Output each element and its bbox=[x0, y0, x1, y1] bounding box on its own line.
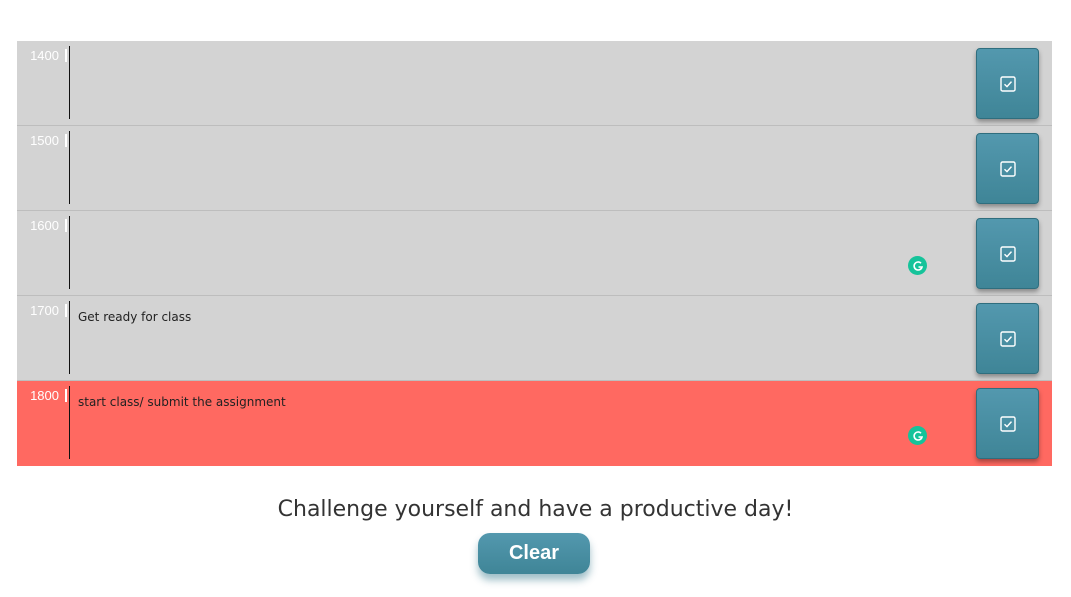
time-block-row-current: 1800 start class/ submit the assignment bbox=[17, 381, 1052, 466]
save-button[interactable] bbox=[976, 48, 1039, 119]
save-button[interactable] bbox=[976, 218, 1039, 289]
hour-divider bbox=[69, 46, 70, 119]
hour-divider bbox=[69, 131, 70, 204]
event-input[interactable]: start class/ submit the assignment bbox=[75, 385, 965, 459]
hour-label: 1400 bbox=[30, 48, 59, 63]
hour-label: 1600 bbox=[30, 218, 59, 233]
save-button[interactable] bbox=[976, 133, 1039, 204]
clear-button[interactable]: Clear bbox=[478, 533, 590, 574]
scheduler: 1400 1500 1600 1700 Get ready for class … bbox=[17, 41, 1052, 466]
hour-divider bbox=[69, 386, 70, 459]
event-input[interactable] bbox=[75, 215, 965, 289]
checkbox-save-icon bbox=[999, 75, 1016, 92]
hour-label: 1800 bbox=[30, 388, 59, 403]
save-button[interactable] bbox=[976, 388, 1039, 459]
motivation-message: Challenge yourself and have a productive… bbox=[277, 497, 794, 522]
hour-tick bbox=[65, 304, 67, 317]
event-input[interactable]: Get ready for class bbox=[75, 300, 965, 374]
event-input[interactable] bbox=[75, 130, 965, 204]
hour-divider bbox=[69, 301, 70, 374]
time-block-row: 1600 bbox=[17, 211, 1052, 296]
hour-tick bbox=[65, 389, 67, 402]
checkbox-save-icon bbox=[999, 160, 1016, 177]
hour-tick bbox=[65, 134, 67, 147]
event-input[interactable] bbox=[75, 45, 965, 119]
checkbox-save-icon bbox=[999, 245, 1016, 262]
checkbox-save-icon bbox=[999, 415, 1016, 432]
hour-label: 1500 bbox=[30, 133, 59, 148]
time-block-row: 1400 bbox=[17, 41, 1052, 126]
grammarly-g-icon[interactable] bbox=[908, 426, 927, 445]
grammarly-g-icon[interactable] bbox=[908, 256, 927, 275]
save-button[interactable] bbox=[976, 303, 1039, 374]
hour-tick bbox=[65, 219, 67, 232]
time-block-row: 1700 Get ready for class bbox=[17, 296, 1052, 381]
time-block-row: 1500 bbox=[17, 126, 1052, 211]
hour-tick bbox=[65, 49, 67, 62]
hour-divider bbox=[69, 216, 70, 289]
hour-label: 1700 bbox=[30, 303, 59, 318]
checkbox-save-icon bbox=[999, 330, 1016, 347]
